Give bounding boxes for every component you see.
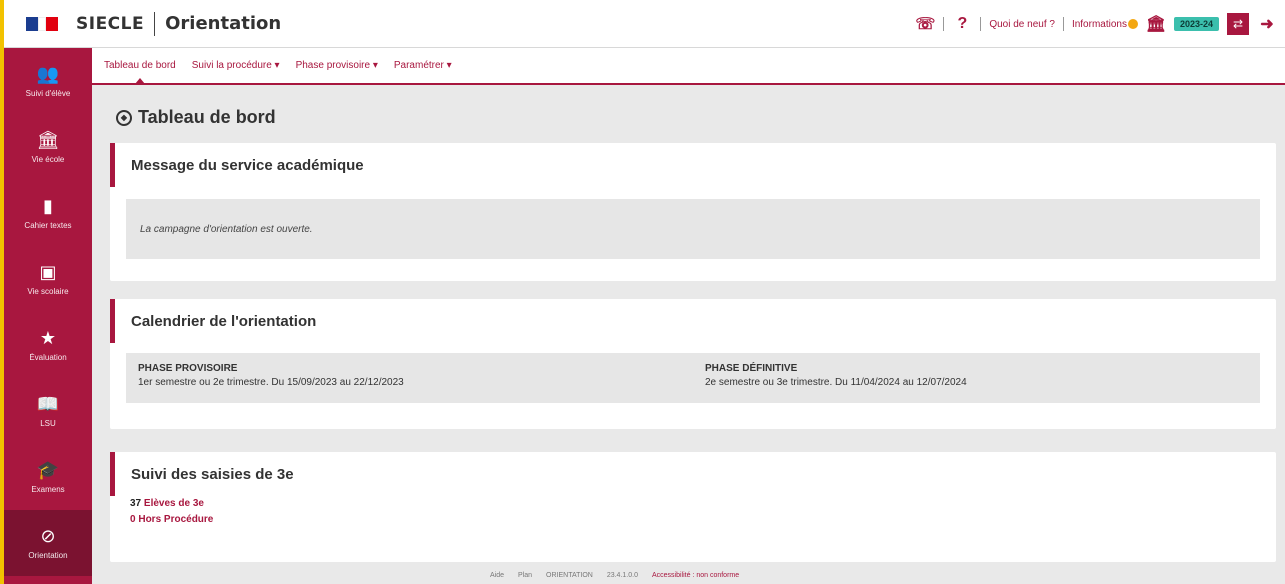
footer-plan-link[interactable]: Plan (518, 572, 532, 579)
sidebar-item-label: Examens (31, 484, 65, 494)
footer-version: 23.4.1.0.0 (606, 572, 638, 579)
message-card-title: Message du service académique (110, 143, 1276, 187)
sidebar-item-suivi-eleve[interactable]: 👥 Suivi d'élève (4, 48, 92, 114)
phase-dates: 1er semestre ou 2e trimestre. Du 15/09/2… (138, 377, 404, 388)
help-icon[interactable]: ? (952, 14, 972, 34)
phase-definitive: PHASE DÉFINITIVE 2e semestre ou 3e trime… (693, 353, 1260, 403)
sub-navigation: Tableau de bord Suivi la procédure ▾ Pha… (92, 48, 1285, 85)
phase-dates: 2e semestre ou 3e trimestre. Du 11/04/20… (705, 377, 967, 388)
eleves-link[interactable]: Elèves de 3e (144, 498, 204, 509)
republic-flag-logo (26, 16, 58, 31)
sidebar-item-examens[interactable]: 🎓 Examens (4, 444, 92, 510)
whats-new-link[interactable]: Quoi de neuf ? (989, 19, 1055, 30)
compass-icon: ⊘ (40, 525, 56, 547)
book-icon: ▮ (43, 195, 53, 217)
tab-phase-provisoire[interactable]: Phase provisoire ▾ (296, 60, 378, 71)
informations-label: Informations (1071, 18, 1127, 30)
sidebar-item-lsu[interactable]: 📖 LSU (4, 378, 92, 444)
support-icon[interactable]: ☏ (915, 14, 935, 34)
sidebar-item-evaluation[interactable]: ★ Évaluation (4, 312, 92, 378)
sidebar-item-label: Vie scolaire (27, 286, 69, 296)
module-name: Orientation (165, 13, 282, 34)
sidebar-item-orientation[interactable]: ⊘ Orientation (4, 510, 92, 576)
school-year-badge[interactable]: 2023-24 (1173, 17, 1219, 31)
suivi-card-title: Suivi des saisies de 3e (110, 452, 1276, 496)
calendar-card: Calendrier de l'orientation PHASE PROVIS… (110, 299, 1276, 429)
phase-title: PHASE PROVISOIRE (138, 363, 238, 374)
tab-tableau-de-bord[interactable]: Tableau de bord (104, 60, 176, 84)
sidebar-item-vie-scolaire[interactable]: ▣ Vie scolaire (4, 246, 92, 312)
header-toolbar: ☏ ? Quoi de neuf ? Informations 🏛 2023-2… (915, 0, 1277, 48)
hors-procedure-line[interactable]: 0 Hors Procédure (110, 512, 1276, 528)
tab-parametrer[interactable]: Paramétrer ▾ (394, 60, 452, 71)
open-book-icon: 📖 (36, 393, 60, 415)
app-header: SIECLE Orientation ☏ ? Quoi de neuf ? In… (4, 0, 1285, 48)
phase-title: PHASE DÉFINITIVE (705, 363, 798, 374)
brand-name: SIECLE (76, 13, 145, 34)
footer-accessibility-link[interactable]: Accessibilité : non conforme (652, 572, 739, 579)
sidebar-item-vie-ecole[interactable]: 🏛 Vie école (4, 114, 92, 180)
sidebar-item-label: LSU (40, 418, 56, 428)
sidebar-item-label: Suivi d'élève (25, 88, 71, 98)
header-divider (943, 17, 945, 31)
brand-divider (154, 11, 156, 36)
calendar-icon: ▣ (39, 261, 57, 283)
calendar-card-title: Calendrier de l'orientation (110, 299, 1276, 343)
page-title: ◆ Tableau de bord (116, 107, 276, 128)
page-title-text: Tableau de bord (138, 107, 276, 127)
calendar-box: PHASE PROVISOIRE 1er semestre ou 2e trim… (126, 353, 1260, 403)
star-icon: ★ (39, 327, 57, 349)
informations-link[interactable]: Informations (1071, 18, 1138, 30)
sidebar-item-label: Évaluation (29, 352, 67, 362)
institution-icon[interactable]: 🏛 (1146, 14, 1166, 34)
header-divider (980, 17, 982, 31)
sidebar-item-label: Vie école (31, 154, 65, 164)
main-content: ◆ Tableau de bord Message du service aca… (92, 87, 1285, 584)
footer-help-link[interactable]: Aide (490, 572, 504, 579)
notification-badge (1127, 18, 1138, 29)
exam-icon: 🎓 (36, 459, 60, 481)
hors-procedure-link[interactable]: Hors Procédure (138, 514, 213, 525)
sidebar-item-label: Orientation (28, 550, 68, 560)
dashboard-icon: ◆ (116, 109, 132, 126)
users-icon: 👥 (36, 63, 60, 85)
header-divider (1062, 17, 1064, 31)
sidebar-item-label: Cahier textes (24, 220, 72, 230)
sidebar-item-cahier-textes[interactable]: ▮ Cahier textes (4, 180, 92, 246)
phase-provisoire: PHASE PROVISOIRE 1er semestre ou 2e trim… (126, 353, 693, 403)
logout-icon[interactable]: ➜ (1257, 14, 1277, 34)
eleves-count-line[interactable]: 37 Elèves de 3e (110, 496, 1276, 512)
message-text: La campagne d'orientation est ouverte. (126, 199, 1260, 259)
school-icon: 🏛 (36, 129, 60, 151)
tab-suivi-procedure[interactable]: Suivi la procédure ▾ (192, 60, 280, 71)
hors-procedure-count: 0 (130, 514, 136, 525)
message-card: Message du service académique La campagn… (110, 143, 1276, 281)
sidebar: 👥 Suivi d'élève 🏛 Vie école ▮ Cahier textes… (4, 48, 92, 584)
switch-module-icon[interactable]: ⇄ (1227, 13, 1249, 35)
footer: Aide Plan ORIENTATION 23.4.1.0.0 Accessi… (490, 572, 739, 579)
suivi-card: Suivi des saisies de 3e 37 Elèves de 3e … (110, 452, 1276, 562)
footer-module-name: ORIENTATION (546, 572, 593, 579)
eleves-count: 37 (130, 498, 142, 509)
